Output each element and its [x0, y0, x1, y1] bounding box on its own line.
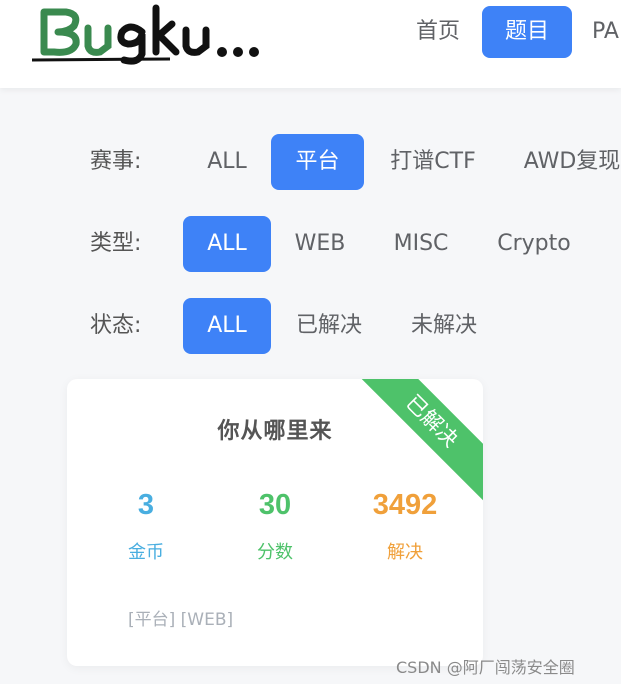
status-option-unsolved[interactable]: 未解决 — [398, 298, 490, 354]
stat-score: 30 分数 — [205, 489, 345, 564]
type-option-all[interactable]: ALL — [183, 216, 271, 272]
stat-score-label: 分数 — [257, 542, 293, 563]
nav-home[interactable]: 首页 — [406, 6, 470, 58]
type-option-misc[interactable]: MISC — [378, 216, 464, 272]
event-option-platform[interactable]: 平台 — [271, 134, 364, 190]
status-filter-label: 状态: — [90, 313, 142, 338]
type-option-web[interactable]: WEB — [280, 216, 360, 272]
top-header: 首页 题目 PA — [0, 0, 621, 88]
nav-pa[interactable]: PA — [592, 6, 621, 58]
stat-score-value: 30 — [258, 489, 292, 521]
challenge-card[interactable]: 你从哪里来 已解决 3 金币 30 分数 3492 解决 [平台] [WEB] — [67, 379, 483, 666]
event-option-all[interactable]: ALL — [184, 134, 270, 190]
event-filter-label: 赛事: — [90, 149, 142, 174]
challenge-tags: [平台] [WEB] — [128, 610, 234, 630]
event-option-daputf[interactable]: 打谱CTF — [378, 134, 488, 190]
stat-coins-value: 3 — [137, 489, 155, 521]
stat-solves: 3492 解决 — [335, 489, 475, 564]
stat-solves-value: 3492 — [372, 489, 438, 521]
stat-coins-label: 金币 — [128, 542, 164, 563]
status-option-solved[interactable]: 已解决 — [284, 298, 374, 354]
bugku-logo[interactable] — [30, 2, 262, 66]
event-option-awd[interactable]: AWD复现 — [512, 134, 621, 190]
type-filter-label: 类型: — [90, 231, 142, 256]
status-option-all[interactable]: ALL — [183, 298, 271, 354]
csdn-watermark: CSDN @阿厂闯荡安全圈 — [396, 658, 575, 677]
stat-coins: 3 金币 — [76, 489, 216, 564]
nav-problems[interactable]: 题目 — [482, 6, 572, 58]
stat-solves-label: 解决 — [387, 542, 423, 563]
type-option-crypto[interactable]: Crypto — [484, 216, 584, 272]
